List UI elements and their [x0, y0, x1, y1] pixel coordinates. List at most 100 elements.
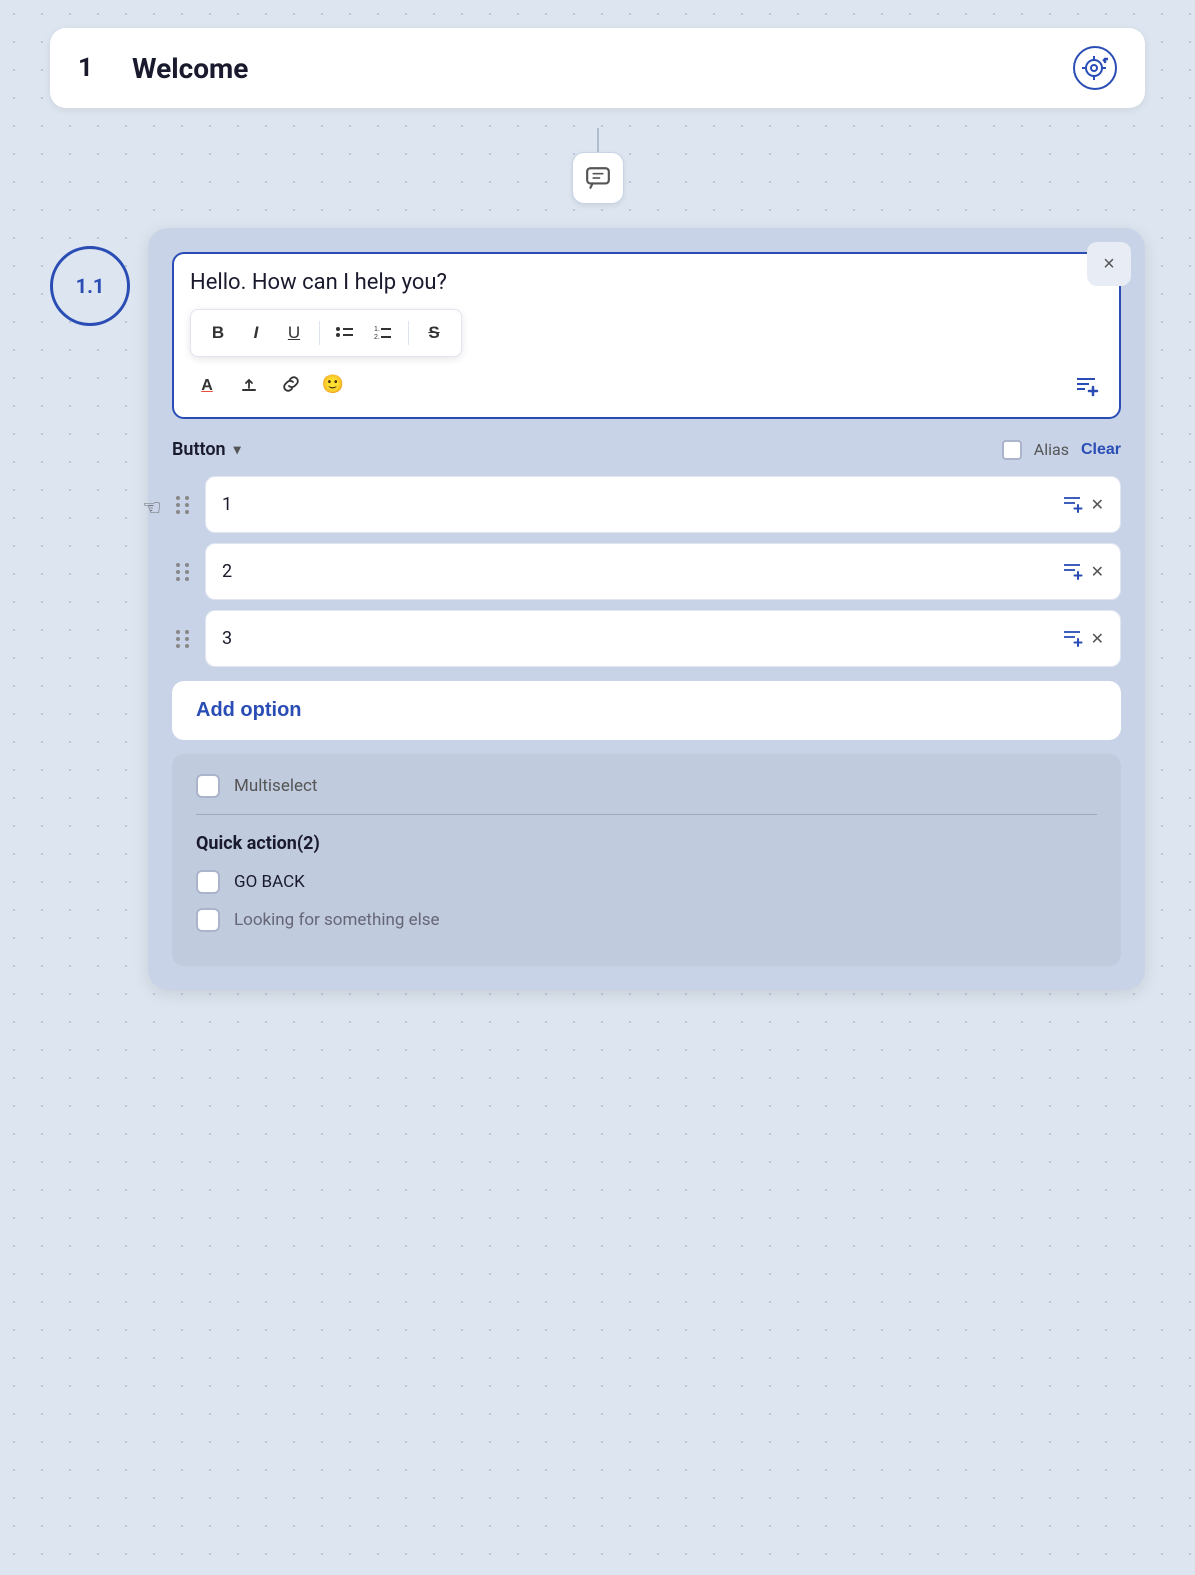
close-button[interactable]: × — [1087, 242, 1131, 286]
alias-checkbox[interactable] — [1002, 440, 1022, 460]
quick-action-item: GO BACK — [196, 870, 1097, 894]
link-icon — [281, 374, 301, 394]
option-row: 2 ✕ — [172, 543, 1121, 600]
text-editor: Hello. How can I help you? B I U 1. 2. — [172, 252, 1121, 419]
button-type-label: Button — [172, 439, 226, 460]
option-add-row-button[interactable] — [1061, 625, 1083, 652]
drag-dot — [176, 570, 180, 574]
underline-button[interactable]: U — [277, 316, 311, 350]
quick-actions-list: GO BACK Looking for something else — [196, 870, 1097, 932]
drag-dot — [176, 496, 180, 500]
drag-dot — [185, 510, 189, 514]
drag-dot — [176, 637, 180, 641]
drag-handle[interactable] — [172, 559, 195, 585]
quick-action-label: GO BACK — [234, 872, 305, 892]
upload-icon — [239, 374, 259, 394]
add-target-button[interactable] — [1073, 46, 1117, 90]
toolbar-divider-2 — [408, 321, 409, 345]
drag-dot — [176, 577, 180, 581]
button-row: Button ▾ Alias Clear — [172, 439, 1121, 460]
option-add-row-button[interactable] — [1061, 558, 1083, 585]
drag-cursor-icon: ☜ — [142, 496, 162, 521]
comment-icon — [585, 165, 611, 191]
quick-action-checkbox[interactable] — [196, 870, 220, 894]
drag-dot — [185, 577, 189, 581]
svg-text:1.: 1. — [374, 326, 380, 333]
drag-dot — [176, 503, 180, 507]
multiselect-label: Multiselect — [234, 776, 317, 796]
upload-button[interactable] — [232, 367, 266, 401]
editor-text[interactable]: Hello. How can I help you? — [190, 270, 1103, 295]
toolbar-row2: A 🙂 — [190, 367, 1103, 401]
strikethrough-button[interactable]: S — [417, 316, 451, 350]
bullet-list-button[interactable] — [328, 316, 362, 350]
svg-text:2.: 2. — [374, 334, 380, 341]
node-label-text: 1.1 — [76, 274, 105, 298]
option-add-row-button[interactable] — [1061, 491, 1083, 518]
option-input[interactable]: 3 ✕ — [205, 610, 1121, 667]
drag-dot — [185, 503, 189, 507]
bottom-section: Multiselect Quick action(2) GO BACK Look… — [172, 754, 1121, 966]
drag-dot — [185, 496, 189, 500]
step-number: 1 — [78, 53, 108, 83]
drag-dot — [185, 637, 189, 641]
section-divider — [196, 814, 1097, 815]
font-color-button[interactable]: A — [190, 367, 224, 401]
step-header: 1 Welcome — [50, 28, 1145, 108]
node-label: 1.1 — [50, 246, 130, 326]
quick-action-checkbox[interactable] — [196, 908, 220, 932]
add-target-icon — [1082, 55, 1108, 81]
close-icon: × — [1103, 253, 1115, 276]
add-option-button[interactable]: Add option — [172, 681, 1121, 740]
drag-dot — [185, 570, 189, 574]
option-actions: ✕ — [1061, 558, 1104, 585]
quick-action-label: Looking for something else — [234, 910, 440, 930]
drag-dot — [185, 630, 189, 634]
multiselect-row: Multiselect — [196, 774, 1097, 798]
bold-button[interactable]: B — [201, 316, 235, 350]
formatting-toolbar: B I U 1. 2. S — [190, 309, 462, 357]
alias-label: Alias — [1034, 440, 1069, 459]
option-row: 1 ✕ — [172, 476, 1121, 533]
drag-handle[interactable] — [172, 492, 195, 518]
add-option-label: Add option — [196, 699, 302, 721]
quick-action-title: Quick action(2) — [196, 833, 1097, 854]
option-remove-button[interactable]: ✕ — [1091, 629, 1104, 648]
link-button[interactable] — [274, 367, 308, 401]
option-remove-button[interactable]: ✕ — [1091, 562, 1104, 581]
option-value: 2 — [222, 561, 232, 582]
drag-dot — [176, 644, 180, 648]
add-row-button[interactable] — [1069, 367, 1103, 401]
options-list: 1 ✕ 2 — [172, 476, 1121, 667]
option-input[interactable]: 2 ✕ — [205, 543, 1121, 600]
bullet-list-icon — [335, 323, 355, 343]
option-remove-button[interactable]: ✕ — [1091, 495, 1104, 514]
italic-button[interactable]: I — [239, 316, 273, 350]
add-row-icon — [1073, 371, 1099, 397]
drag-dot — [185, 644, 189, 648]
add-row-small-icon — [1061, 625, 1083, 647]
multiselect-checkbox[interactable] — [196, 774, 220, 798]
clear-button[interactable]: Clear — [1081, 441, 1121, 459]
option-actions: ✕ — [1061, 491, 1104, 518]
add-row-small-icon — [1061, 491, 1083, 513]
drag-dot — [176, 630, 180, 634]
numbered-list-button[interactable]: 1. 2. — [366, 316, 400, 350]
drag-handle[interactable] — [172, 626, 195, 652]
quick-action-item: Looking for something else — [196, 908, 1097, 932]
emoji-button[interactable]: 🙂 — [316, 367, 350, 401]
drag-dot — [176, 563, 180, 567]
numbered-list-icon: 1. 2. — [373, 323, 393, 343]
button-type-dropdown[interactable]: Button ▾ — [172, 439, 241, 460]
comment-bubble — [572, 152, 624, 204]
step-title: Welcome — [132, 52, 1049, 85]
add-row-small-icon — [1061, 558, 1083, 580]
chevron-down-icon: ▾ — [234, 442, 241, 458]
option-value: 1 — [222, 494, 232, 515]
option-row: 3 ✕ — [172, 610, 1121, 667]
drag-dot — [176, 510, 180, 514]
option-input[interactable]: 1 ✕ — [205, 476, 1121, 533]
drag-dot — [185, 563, 189, 567]
main-card: × Hello. How can I help you? B I U 1. — [148, 228, 1145, 990]
option-actions: ✕ — [1061, 625, 1104, 652]
